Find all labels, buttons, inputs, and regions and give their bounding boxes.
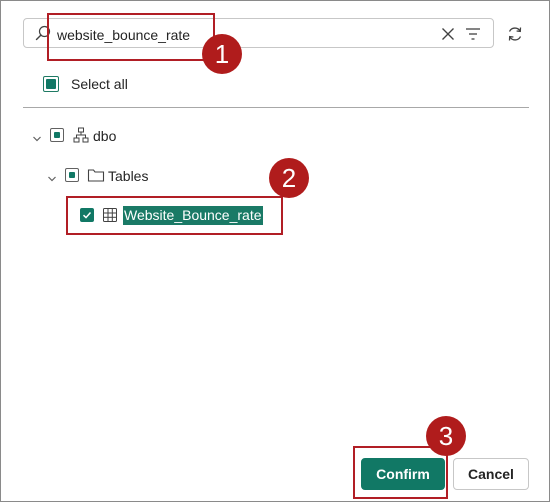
select-all-checkbox[interactable] [43, 76, 59, 92]
highlight-box-step1 [47, 13, 215, 61]
step-badge-3: 3 [426, 416, 466, 456]
confirm-button[interactable]: Confirm [361, 458, 445, 490]
refresh-icon[interactable] [506, 25, 524, 43]
cancel-button[interactable]: Cancel [453, 458, 529, 490]
select-all-label[interactable]: Select all [71, 76, 128, 92]
schema-icon [73, 127, 89, 143]
tree-item-tables[interactable]: Tables [108, 168, 148, 184]
tree-item-dbo[interactable]: dbo [93, 128, 116, 144]
divider [23, 107, 529, 108]
dbo-checkbox[interactable] [50, 128, 64, 142]
dismiss-icon[interactable] [441, 27, 455, 41]
filter-icon[interactable] [465, 27, 481, 41]
highlight-box-step2 [66, 196, 283, 235]
step-badge-1: 1 [202, 34, 242, 74]
chevron-down-icon[interactable] [32, 131, 42, 142]
tables-checkbox[interactable] [65, 168, 79, 182]
folder-icon [87, 167, 105, 183]
step-badge-2: 2 [269, 158, 309, 198]
chevron-down-icon[interactable] [47, 171, 57, 182]
